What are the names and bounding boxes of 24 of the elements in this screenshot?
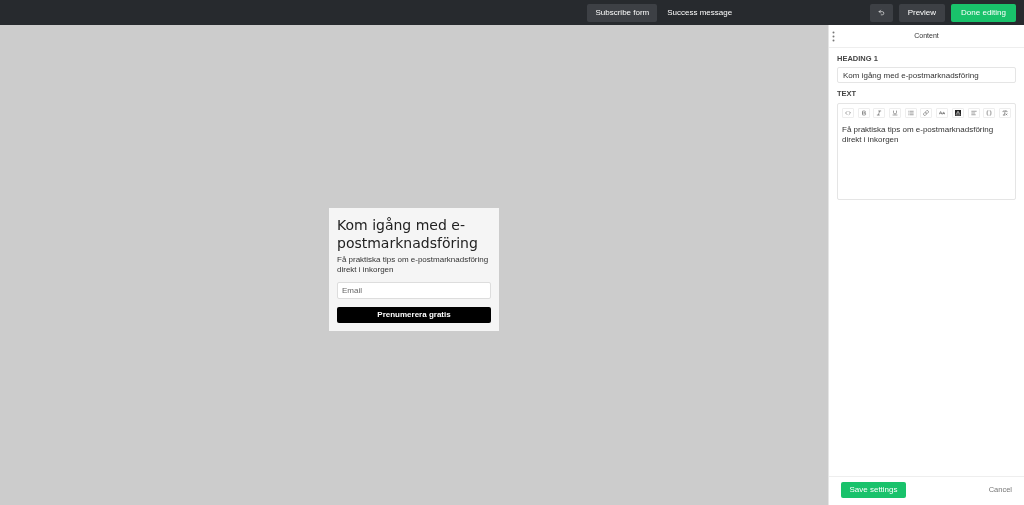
list-icon: [907, 109, 914, 116]
form-heading: Kom igång med e-postmarknadsföring: [337, 215, 479, 252]
preview-button[interactable]: Preview: [898, 3, 946, 22]
form-text: Få praktiska tips om e-postmarknadsföring direkt i inkorgen: [337, 254, 490, 275]
email-field[interactable]: Email: [337, 281, 491, 299]
heading-field[interactable]: Kom igång med e-postmarknadsföring: [837, 67, 1016, 84]
toolbar-button[interactable]: [951, 107, 964, 118]
link-icon: [923, 109, 930, 116]
editor-text: Få praktiska tips om e-postmarknadsföring direkt i inkorgen: [842, 124, 995, 145]
tab[interactable]: Subscribe form: [587, 3, 658, 22]
braces-icon: [986, 109, 993, 116]
align-icon: [970, 109, 977, 116]
undo-icon: [877, 9, 885, 16]
code-icon: [845, 109, 851, 116]
subscribe-button[interactable]: Prenumerera gratis: [337, 306, 491, 323]
undo-button[interactable]: [869, 3, 893, 22]
bold-icon: [860, 109, 867, 116]
font-size-icon: [939, 109, 946, 116]
underline-icon: [892, 109, 899, 116]
italic-icon: [876, 109, 883, 116]
text-color-icon: [954, 109, 961, 116]
clear-format-icon: [1001, 109, 1008, 116]
drag-handle-icon: [832, 31, 835, 42]
tab[interactable]: Success message: [659, 3, 741, 22]
